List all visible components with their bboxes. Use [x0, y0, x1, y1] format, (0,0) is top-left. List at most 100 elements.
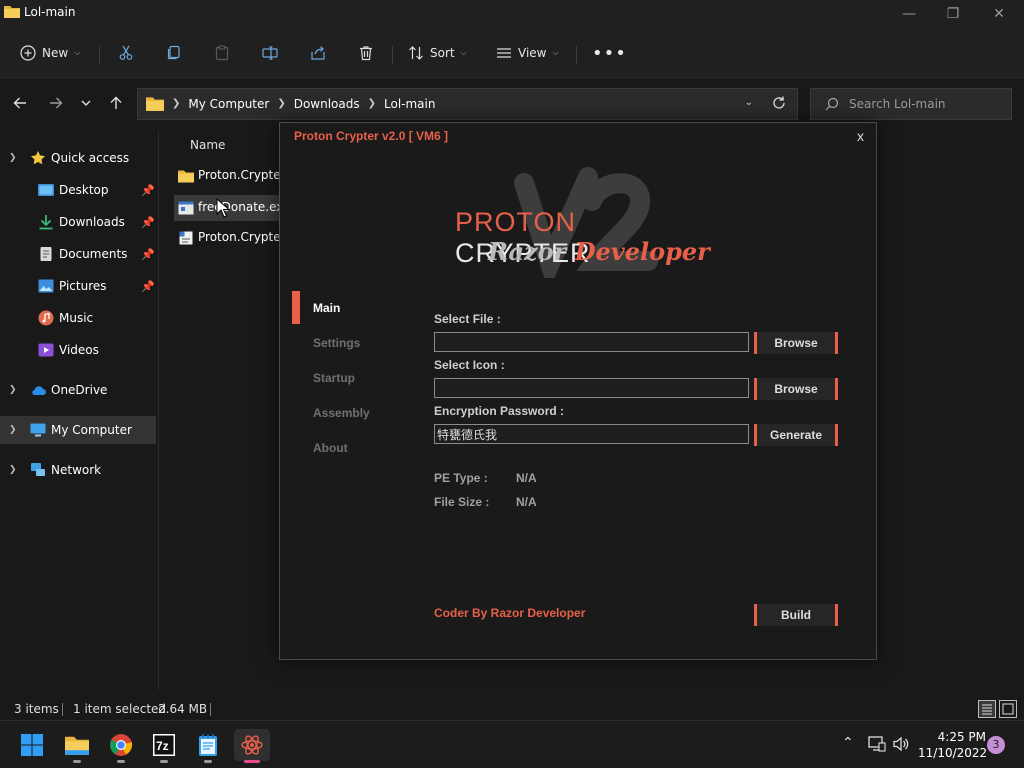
nav-item-downloads[interactable]: Downloads 📌	[0, 208, 156, 236]
tiles-view-icon[interactable]	[999, 700, 1017, 718]
refresh-icon[interactable]	[771, 95, 787, 111]
chevron-right-icon[interactable]: ❯	[9, 385, 17, 395]
copy-button[interactable]	[166, 38, 182, 68]
nav-item-videos[interactable]: Videos	[0, 336, 156, 364]
active-menu-indicator	[292, 291, 300, 324]
chevron-down-icon[interactable]: ⌄	[745, 97, 753, 108]
menu-item-settings[interactable]: Settings	[313, 336, 360, 350]
view-button[interactable]: View ⌵	[496, 38, 559, 68]
recent-locations-button[interactable]	[76, 92, 96, 114]
search-input[interactable]	[849, 95, 1005, 113]
breadcrumb-lol-main[interactable]: Lol-main	[384, 97, 435, 111]
dialog-close-button[interactable]: x	[857, 128, 864, 144]
command-bar: New ⌵ Sort ⌵ View ⌵ •••	[0, 28, 1024, 78]
select-file-input[interactable]	[434, 332, 749, 352]
chevron-down-icon	[81, 100, 91, 106]
new-button[interactable]: New ⌵	[20, 38, 80, 68]
select-icon-input[interactable]	[434, 378, 749, 398]
chevron-right-icon[interactable]: ❯	[9, 465, 17, 475]
up-button[interactable]	[106, 92, 126, 114]
arrow-up-icon	[110, 96, 122, 109]
running-indicator	[204, 760, 212, 763]
start-icon	[21, 734, 43, 756]
volume-icon[interactable]	[892, 736, 910, 752]
more-options-button[interactable]: •••	[592, 38, 627, 68]
paste-button[interactable]	[214, 38, 230, 68]
breadcrumb-downloads[interactable]: Downloads	[294, 97, 360, 111]
file-size-value: N/A	[516, 495, 537, 509]
start-button[interactable]	[14, 729, 50, 761]
taskbar-chrome[interactable]	[103, 729, 139, 763]
close-window-button[interactable]: ✕	[984, 4, 1014, 24]
taskbar-proton-crypter[interactable]	[234, 729, 270, 763]
breadcrumb-my-computer[interactable]: My Computer	[188, 97, 269, 111]
menu-item-startup[interactable]: Startup	[313, 371, 355, 385]
file-row[interactable]: Proton.Crypter.	[174, 163, 284, 189]
back-button[interactable]	[10, 92, 30, 114]
cloud-icon	[32, 386, 46, 395]
generate-password-button[interactable]: Generate	[754, 424, 838, 446]
selection-info: 1 item selected	[73, 702, 167, 716]
rename-icon	[262, 46, 278, 60]
search-box[interactable]	[810, 88, 1012, 120]
nav-item-desktop[interactable]: Desktop 📌	[0, 176, 156, 204]
pin-icon[interactable]: 📌	[141, 184, 155, 197]
nav-my-computer[interactable]: ❯ My Computer	[0, 416, 156, 444]
7zip-icon: 7z	[153, 734, 175, 756]
pin-icon[interactable]: 📌	[141, 216, 155, 229]
breadcrumb: ❯ My Computer ❯ Downloads ❯ Lol-main	[146, 96, 435, 111]
chevron-down-icon: ⌵	[74, 48, 81, 57]
column-header-name[interactable]: Name	[190, 138, 225, 152]
proton-crypter-icon	[241, 735, 263, 755]
nav-quick-access[interactable]: ❯ Quick access	[0, 144, 156, 172]
select-icon-label: Select Icon :	[434, 358, 505, 372]
nav-onedrive[interactable]: ❯ OneDrive	[0, 376, 156, 404]
nav-item-pictures[interactable]: Pictures 📌	[0, 272, 156, 300]
menu-item-main[interactable]: Main	[313, 301, 340, 315]
videos-icon	[38, 343, 54, 357]
file-name: freeDonate.exe	[198, 200, 284, 214]
details-view-icon[interactable]	[978, 700, 996, 718]
pin-icon[interactable]: 📌	[141, 248, 155, 261]
pin-icon[interactable]: 📌	[141, 280, 155, 293]
taskbar-notepad[interactable]	[190, 729, 226, 763]
encryption-password-input[interactable]	[434, 424, 749, 444]
browse-icon-button[interactable]: Browse	[754, 378, 838, 400]
nav-quick-access-label: Quick access	[51, 151, 130, 165]
clock-time: 4:25 PM	[937, 730, 986, 744]
notification-badge[interactable]: 3	[987, 736, 1005, 754]
taskbar-file-explorer[interactable]	[59, 729, 95, 763]
copy-icon	[167, 45, 180, 60]
nav-network-label: Network	[51, 463, 102, 477]
chevron-down-icon[interactable]: ❯	[9, 153, 17, 163]
sort-button[interactable]: Sort ⌵	[408, 38, 467, 68]
maximize-button[interactable]: ❐	[938, 4, 968, 24]
rename-button[interactable]	[262, 38, 278, 68]
chevron-right-icon[interactable]: ❯	[9, 425, 17, 435]
proton-crypter-logo: PROTON CRYPTER Razor Developer	[450, 163, 720, 283]
taskbar-7zip[interactable]: 7z	[146, 729, 182, 763]
nav-network[interactable]: ❯ Network	[0, 456, 156, 484]
file-row[interactable]: Proton.Crypter.	[174, 225, 284, 251]
browse-file-button[interactable]: Browse	[754, 332, 838, 354]
network-status-icon[interactable]	[868, 736, 886, 752]
running-indicator	[73, 760, 81, 763]
delete-button[interactable]	[358, 38, 374, 68]
clock-date: 11/10/2022	[918, 746, 988, 760]
share-button[interactable]	[310, 38, 326, 68]
nav-item-label: Desktop	[59, 183, 109, 197]
proton-crypter-dialog: Proton Crypter v2.0 [ VM6 ] x PROTON CRY…	[279, 122, 877, 660]
minimize-button[interactable]: —	[894, 4, 924, 24]
menu-item-assembly[interactable]: Assembly	[313, 406, 370, 420]
menu-item-about[interactable]: About	[313, 441, 348, 455]
logo-subtitle: Razor Developer	[488, 237, 710, 266]
nav-item-documents[interactable]: Documents 📌	[0, 240, 156, 268]
system-clock[interactable]: 4:25 PM 11/10/2022	[918, 729, 988, 761]
build-button[interactable]: Build	[754, 604, 838, 626]
forward-button[interactable]	[46, 92, 66, 114]
nav-item-music[interactable]: Music	[0, 304, 156, 332]
config-icon	[179, 231, 193, 245]
address-bar[interactable]: ❯ My Computer ❯ Downloads ❯ Lol-main ⌄	[137, 88, 798, 120]
cut-button[interactable]	[118, 38, 134, 68]
show-hidden-icons-chevron-icon[interactable]: ⌃	[842, 735, 854, 751]
